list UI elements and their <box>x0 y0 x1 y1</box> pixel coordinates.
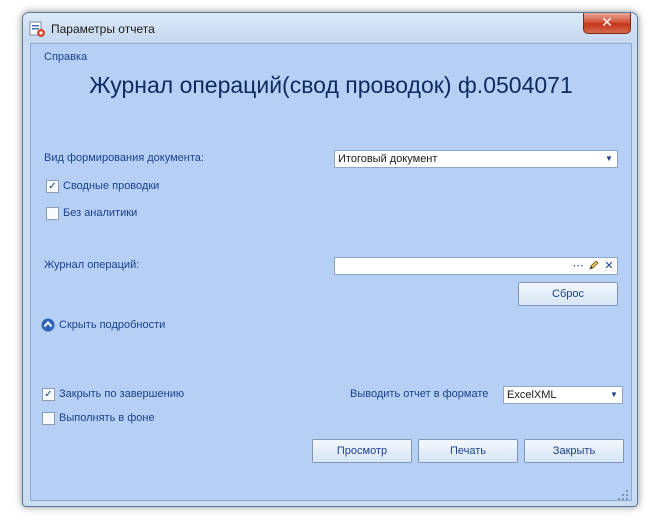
report-parameters-dialog: Параметры отчета ✕ Справка Журнал операц… <box>22 12 638 507</box>
title-bar[interactable]: Параметры отчета ✕ <box>23 13 637 43</box>
collapse-up-icon[interactable] <box>41 318 55 332</box>
edit-icon[interactable] <box>587 259 601 273</box>
preview-button[interactable]: Просмотр <box>312 439 412 463</box>
reset-button[interactable]: Сброс <box>518 282 618 306</box>
report-title: Журнал операций(свод проводок) ф.0504071 <box>89 72 573 98</box>
journal-value <box>335 260 338 272</box>
close-on-finish-label: Закрыть по завершению <box>59 388 185 400</box>
chevron-down-icon[interactable]: ▼ <box>607 388 621 402</box>
format-label: Выводить отчет в формате <box>350 388 489 400</box>
close-window-button[interactable]: ✕ <box>583 13 631 34</box>
dialog-body: Справка Журнал операций(свод проводок) ф… <box>30 43 632 501</box>
hide-details-link[interactable]: Скрыть подробности <box>59 319 165 331</box>
summary-entries-checkbox[interactable]: ✓ <box>46 180 59 193</box>
summary-entries-label: Сводные проводки <box>63 180 160 192</box>
window-title: Параметры отчета <box>51 22 155 36</box>
journal-label: Журнал операций: <box>44 259 140 271</box>
doc-type-label: Вид формирования документа: <box>44 152 204 164</box>
clear-icon[interactable]: ✕ <box>602 259 616 273</box>
chevron-down-icon[interactable]: ▼ <box>602 152 616 166</box>
resize-grip-icon[interactable] <box>618 487 628 500</box>
close-icon: ✕ <box>601 14 613 30</box>
run-background-label: Выполнять в фоне <box>59 412 155 424</box>
close-button[interactable]: Закрыть <box>524 439 624 463</box>
close-on-finish-checkbox[interactable]: ✓ <box>42 388 55 401</box>
print-button[interactable]: Печать <box>418 439 518 463</box>
format-value: ExcelXML <box>507 389 557 401</box>
no-analytics-label: Без аналитики <box>63 207 138 219</box>
run-background-checkbox[interactable] <box>42 412 55 425</box>
no-analytics-checkbox[interactable] <box>46 207 59 220</box>
journal-field[interactable]: ⋯ ✕ <box>334 257 618 275</box>
format-select[interactable]: ExcelXML ▼ <box>503 386 623 404</box>
doc-type-value: Итоговый документ <box>338 153 438 165</box>
ellipsis-icon[interactable]: ⋯ <box>571 259 585 273</box>
help-link[interactable]: Справка <box>44 51 87 63</box>
doc-type-select[interactable]: Итоговый документ ▼ <box>334 150 618 168</box>
report-app-icon <box>28 20 46 38</box>
